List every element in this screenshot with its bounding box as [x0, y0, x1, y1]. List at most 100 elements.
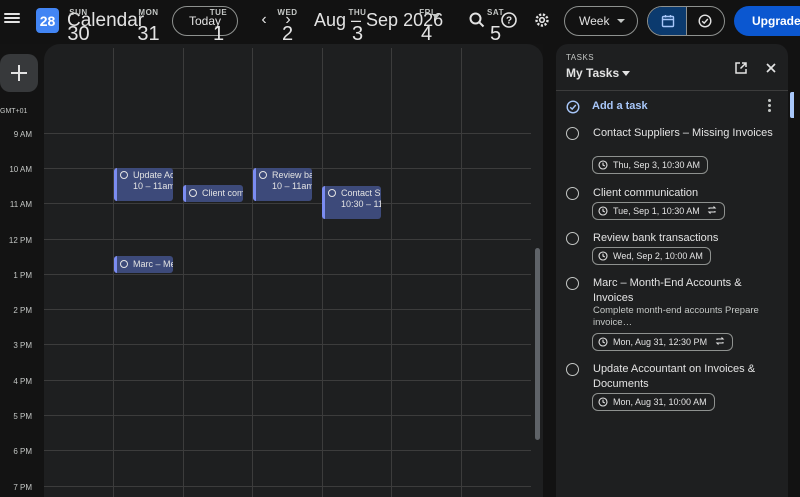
- grid-scrollbar[interactable]: [535, 248, 540, 440]
- time-grid[interactable]: [44, 92, 531, 497]
- day-number[interactable]: 2: [253, 23, 322, 46]
- view-toggle: [647, 6, 725, 36]
- task-date-chip[interactable]: Wed, Sep 2, 10:00 AM: [592, 247, 711, 265]
- time-label: 5 PM: [13, 412, 32, 421]
- task-date-chip[interactable]: Tue, Sep 1, 10:30 AM: [592, 202, 726, 220]
- task-item[interactable]: Review bank transactions: [556, 231, 788, 247]
- task-circle-icon: [120, 260, 128, 268]
- day-header-sat[interactable]: SAT 5: [461, 8, 530, 46]
- task-list-selector[interactable]: My Tasks: [566, 66, 619, 80]
- day-header-thu[interactable]: THU 3: [323, 8, 392, 46]
- event-title: Contact S: [341, 188, 381, 198]
- event-title: Review ba: [272, 170, 312, 180]
- task-date-chip[interactable]: Thu, Sep 3, 10:30 AM: [592, 156, 709, 174]
- task-description: Complete month-end accounts Prepare invo…: [593, 305, 759, 328]
- task-title[interactable]: Contact Suppliers – Missing Invoices: [593, 126, 778, 141]
- time-label: 4 PM: [13, 377, 32, 386]
- tasks-panel: TASKS My Tasks Add a task Contact Suppli…: [556, 44, 788, 497]
- more-vert-icon[interactable]: [768, 99, 772, 113]
- task-circle-icon: [328, 189, 336, 197]
- event-marc-month-end[interactable]: Marc – Me: [114, 256, 173, 273]
- close-icon[interactable]: [764, 61, 778, 75]
- day-number[interactable]: 3: [323, 23, 392, 46]
- add-task-icon[interactable]: [566, 100, 580, 114]
- task-item[interactable]: Update Accountant on Invoices & Document…: [556, 362, 788, 394]
- task-circle-icon: [189, 189, 197, 197]
- task-date: Tue, Sep 1, 10:30 AM: [613, 206, 700, 216]
- view-select[interactable]: Week: [564, 6, 638, 36]
- hour-line: [44, 133, 531, 134]
- timezone-label: GMT+01: [0, 108, 28, 115]
- event-update-accountant[interactable]: Update Ac 10 – 11am: [114, 168, 173, 201]
- side-panel-indicator: [790, 92, 794, 118]
- task-title[interactable]: Marc – Month-End Accounts & Invoices: [593, 276, 778, 306]
- column-divider: [252, 92, 253, 497]
- task-date: Thu, Sep 3, 10:30 AM: [613, 160, 701, 170]
- column-divider: [183, 48, 184, 92]
- clock-icon: [598, 251, 608, 261]
- repeat-icon: [707, 206, 717, 214]
- column-divider: [391, 92, 392, 497]
- popout-icon[interactable]: [734, 61, 748, 75]
- circle-check-icon[interactable]: [566, 127, 579, 140]
- day-number[interactable]: 31: [114, 23, 183, 46]
- upgrade-button[interactable]: Upgrade: [734, 6, 800, 36]
- column-divider: [113, 92, 114, 497]
- day-header-sun[interactable]: SUN 30: [44, 8, 113, 46]
- task-date: Mon, Aug 31, 12:30 PM: [613, 337, 708, 347]
- column-divider: [183, 92, 184, 497]
- hour-line: [44, 344, 531, 345]
- event-time: 10 – 11am: [272, 181, 312, 191]
- task-date-chip[interactable]: Mon, Aug 31, 12:30 PM: [592, 333, 733, 351]
- hour-line: [44, 239, 531, 240]
- tasks-view-button[interactable]: [687, 7, 724, 35]
- plus-icon[interactable]: [0, 54, 38, 92]
- column-divider: [252, 48, 253, 92]
- task-title[interactable]: Update Accountant on Invoices & Document…: [593, 362, 778, 392]
- task-item[interactable]: Client communication: [556, 186, 788, 202]
- clock-icon: [598, 206, 608, 216]
- event-review-bank[interactable]: Review ba 10 – 11am: [253, 168, 312, 201]
- task-title[interactable]: Review bank transactions: [593, 231, 778, 246]
- task-check-icon: [698, 14, 712, 28]
- time-label: 7 PM: [13, 483, 32, 492]
- day-header-mon[interactable]: MON 31: [114, 8, 183, 46]
- day-number[interactable]: 30: [44, 23, 113, 46]
- day-abbr: SUN: [69, 8, 88, 17]
- circle-check-icon[interactable]: [566, 277, 579, 290]
- calendar-icon: [661, 15, 675, 28]
- calendar-app: 28 Calendar Today ‹ › Aug – Sep 2026 ? W…: [0, 0, 800, 497]
- caret-down-icon[interactable]: [622, 71, 630, 76]
- column-divider: [322, 92, 323, 497]
- event-title: Update Ac: [133, 170, 173, 180]
- day-header-fri[interactable]: FRI 4: [392, 8, 461, 46]
- event-time: 10:30 – 11: [341, 199, 381, 209]
- gear-icon[interactable]: [533, 11, 551, 29]
- circle-check-icon[interactable]: [566, 363, 579, 376]
- day-abbr: MON: [138, 8, 159, 17]
- event-client-communication[interactable]: Client com: [183, 185, 243, 202]
- menu-icon[interactable]: [4, 11, 20, 27]
- column-divider: [113, 48, 114, 92]
- day-number[interactable]: 4: [392, 23, 461, 46]
- task-date-chip[interactable]: Mon, Aug 31, 10:00 AM: [592, 393, 715, 411]
- clock-icon: [598, 397, 608, 407]
- add-task-button[interactable]: Add a task: [592, 100, 648, 112]
- circle-check-icon[interactable]: [566, 232, 579, 245]
- hour-line: [44, 309, 531, 310]
- task-circle-icon: [120, 171, 128, 179]
- time-label: 11 AM: [9, 200, 32, 209]
- task-title[interactable]: Client communication: [593, 186, 778, 201]
- day-header-tue[interactable]: TUE 1: [184, 8, 253, 46]
- hour-line: [44, 415, 531, 416]
- day-number[interactable]: 5: [461, 23, 530, 46]
- task-item[interactable]: Marc – Month-End Accounts & Invoices Com…: [556, 276, 788, 328]
- event-title: Client com: [202, 188, 243, 198]
- clock-icon: [598, 160, 608, 170]
- day-number[interactable]: 1: [184, 23, 253, 46]
- time-label: 2 PM: [13, 306, 32, 315]
- calendar-view-button[interactable]: [648, 7, 687, 35]
- event-contact-suppliers[interactable]: Contact S 10:30 – 11: [322, 186, 381, 219]
- day-header-wed[interactable]: WED 2: [253, 8, 322, 46]
- circle-check-icon[interactable]: [566, 187, 579, 200]
